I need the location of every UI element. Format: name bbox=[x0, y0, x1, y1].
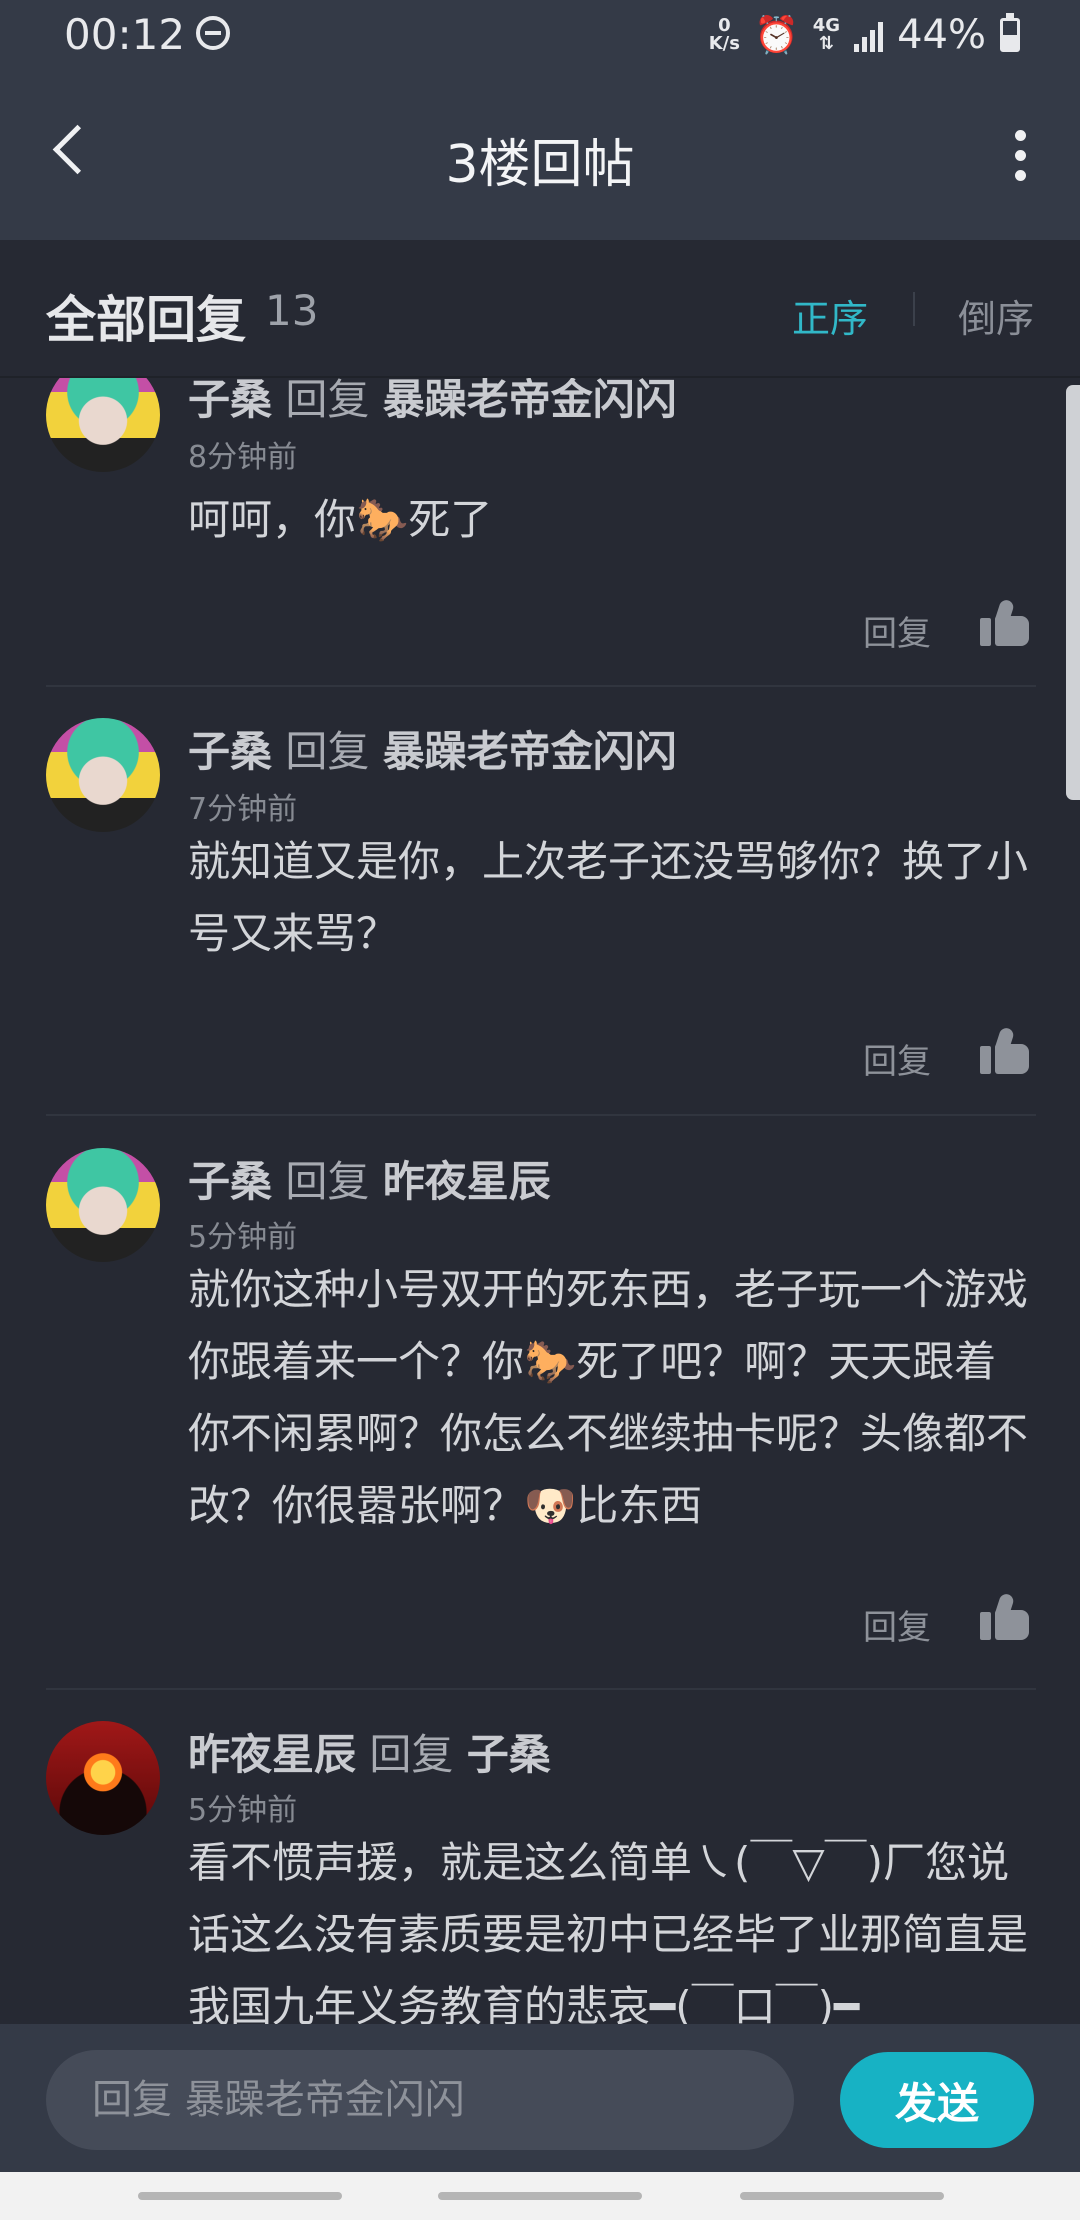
nav-handle-center[interactable] bbox=[438, 2192, 642, 2200]
divider bbox=[46, 1114, 1036, 1116]
reply-composer: 发送 bbox=[0, 2024, 1080, 2172]
reply-text: 就知道又是你，上次老子还没骂够你？换了小号又来骂？ bbox=[188, 837, 1029, 958]
gesture-nav-bar bbox=[0, 2172, 1080, 2220]
reply-text: 看不惯声援，就是这么简单㇏(￣▽￣)厂您说话这么没有素质要是初中已经毕了业那简直… bbox=[188, 1838, 1029, 2024]
network-speed-unit: K/s bbox=[708, 33, 740, 54]
status-time: 00:12 bbox=[64, 10, 186, 59]
status-bar: 00:12 0 K/s ⏰ 4G ⇅ 44% bbox=[0, 0, 1080, 70]
reply-time: 7分钟前 bbox=[188, 792, 298, 827]
reply-time: 5分钟前 bbox=[188, 1793, 298, 1828]
avatar[interactable] bbox=[46, 1721, 160, 1835]
reply-target-name[interactable]: 暴躁老帝金闪闪 bbox=[383, 727, 677, 776]
reply-time: 5分钟前 bbox=[188, 1220, 298, 1255]
alarm-icon: ⏰ bbox=[753, 15, 799, 56]
reply-button[interactable]: 回复 bbox=[863, 606, 931, 655]
data-arrows-icon: ⇅ bbox=[818, 33, 834, 54]
avatar[interactable] bbox=[46, 378, 160, 472]
reply-target-name[interactable]: 子桑 bbox=[467, 1730, 551, 1779]
sort-ascending-tab[interactable]: 正序 bbox=[792, 288, 868, 343]
battery-percent: 44% bbox=[897, 12, 986, 58]
send-button[interactable]: 发送 bbox=[840, 2052, 1034, 2148]
reply-time: 8分钟前 bbox=[188, 440, 298, 475]
reply-target-name[interactable]: 昨夜星辰 bbox=[383, 1157, 551, 1206]
reply-header: 子桑 回复 昨夜星辰 bbox=[188, 1148, 551, 1209]
status-icons: 0 K/s ⏰ 4G ⇅ 44% bbox=[709, 12, 1020, 58]
signal-icon bbox=[854, 18, 884, 52]
reply-word: 回复 bbox=[369, 1730, 454, 1779]
nav-handle-left[interactable] bbox=[138, 2192, 342, 2200]
reply-header: 子桑 回复 暴躁老帝金闪闪 bbox=[188, 378, 677, 427]
thumbs-up-icon[interactable] bbox=[980, 1592, 1030, 1640]
author-name[interactable]: 昨夜星辰 bbox=[188, 1730, 356, 1779]
section-title: 全部回复 bbox=[46, 291, 246, 349]
reply-count: 13 bbox=[265, 286, 319, 335]
page-title: 3楼回帖 bbox=[445, 135, 635, 195]
battery-icon bbox=[1000, 13, 1020, 52]
app-header: 3楼回帖 bbox=[0, 70, 1080, 240]
reply-list[interactable]: 子桑 回复 暴躁老帝金闪闪 8分钟前 呵呵，你🐎死了 回复 子桑 回复 暴躁老帝… bbox=[0, 378, 1080, 2024]
author-name[interactable]: 子桑 bbox=[188, 1157, 272, 1206]
reply-header: 子桑 回复 暴躁老帝金闪闪 bbox=[188, 718, 677, 779]
more-options-icon[interactable] bbox=[1000, 126, 1040, 186]
reply-text: 就你这种小号双开的死东西，老子玩一个游戏你跟着来一个？你🐎死了吧？啊？天天跟着你… bbox=[188, 1265, 1029, 1530]
author-name[interactable]: 子桑 bbox=[188, 378, 272, 424]
reply-button[interactable]: 回复 bbox=[863, 1034, 931, 1083]
reply-target-name[interactable]: 暴躁老帝金闪闪 bbox=[383, 378, 677, 424]
network-speed: 0 K/s bbox=[709, 17, 740, 53]
thumbs-up-icon[interactable] bbox=[980, 598, 1030, 646]
reply-button[interactable]: 回复 bbox=[863, 1600, 931, 1649]
reply-word: 回复 bbox=[285, 727, 370, 776]
reply-word: 回复 bbox=[285, 1157, 370, 1206]
do-not-disturb-icon bbox=[196, 16, 230, 50]
network-type: 4G ⇅ bbox=[813, 17, 840, 53]
reply-text: 呵呵，你🐎死了 bbox=[188, 495, 493, 544]
sort-divider bbox=[913, 292, 915, 326]
divider bbox=[46, 1688, 1036, 1690]
divider bbox=[46, 685, 1036, 687]
scroll-indicator[interactable] bbox=[1066, 385, 1080, 800]
avatar[interactable] bbox=[46, 718, 160, 832]
nav-handle-right[interactable] bbox=[740, 2192, 944, 2200]
author-name[interactable]: 子桑 bbox=[188, 727, 272, 776]
replies-section-header: 全部回复 13 正序 倒序 bbox=[0, 240, 1080, 378]
sort-descending-tab[interactable]: 倒序 bbox=[958, 288, 1034, 343]
reply-input[interactable] bbox=[46, 2050, 794, 2150]
reply-word: 回复 bbox=[285, 378, 370, 424]
thumbs-up-icon[interactable] bbox=[980, 1026, 1030, 1074]
reply-header: 昨夜星辰 回复 子桑 bbox=[188, 1721, 551, 1782]
avatar[interactable] bbox=[46, 1148, 160, 1262]
